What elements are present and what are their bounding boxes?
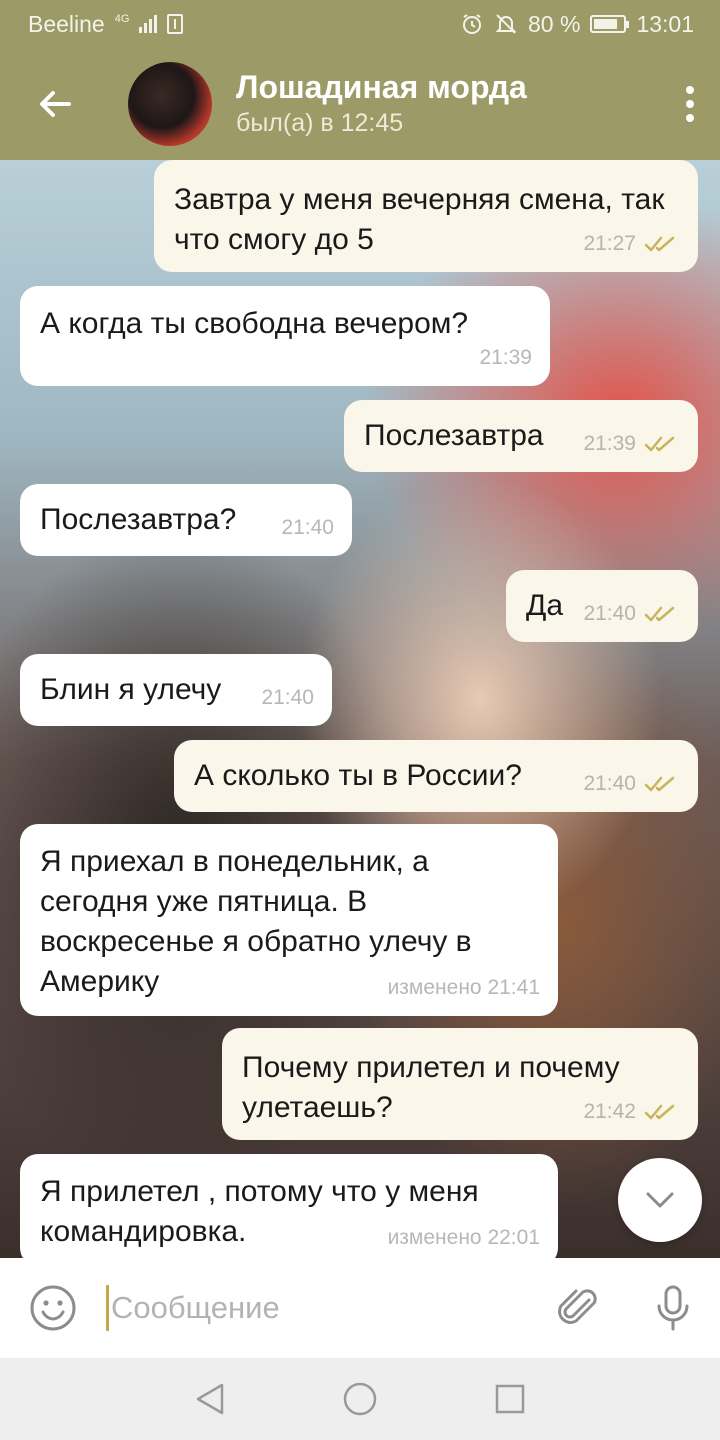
message-bubble-incoming[interactable]: Я приехал в понедельник, а сегодня уже п… [20, 824, 558, 1016]
back-button[interactable] [0, 48, 110, 160]
microphone-button[interactable] [626, 1258, 720, 1358]
double-check-icon [644, 436, 675, 452]
chevron-down-icon [646, 1192, 674, 1208]
chat-header: Лошадиная морда был(а) в 12:45 [0, 48, 720, 160]
compose-bar [0, 1258, 720, 1358]
message-list[interactable]: Завтра у меня вечерняя смена, так что см… [0, 160, 720, 1258]
smile-icon [30, 1285, 76, 1331]
double-check-icon [644, 776, 675, 792]
message-time: изменено 22:01 [387, 1226, 540, 1249]
message-time: 21:27 [583, 232, 636, 255]
message-meta: 21:40 [261, 678, 314, 718]
message-time: 21:39 [479, 346, 532, 369]
message-meta: 21:27 [583, 224, 680, 264]
last-seen-status: был(а) в 12:45 [236, 109, 404, 137]
upload-icon [167, 14, 184, 34]
message-bubble-incoming[interactable]: А когда ты свободна вечером? 21:39 [20, 286, 550, 386]
status-bar: Beeline 4G 80 % 13:01 [0, 0, 720, 48]
message-meta: изменено 21:41 [388, 968, 540, 1008]
message-meta: 21:40 [281, 508, 334, 548]
message-input-wrapper [106, 1258, 532, 1358]
nav-home-button[interactable] [340, 1379, 380, 1419]
double-check-icon [644, 1104, 675, 1120]
alarm-icon [463, 14, 481, 34]
nav-back-button[interactable] [190, 1379, 230, 1419]
system-navigation-bar [0, 1358, 720, 1440]
emoji-button[interactable] [0, 1258, 106, 1358]
message-meta: изменено 22:01 [388, 1218, 540, 1258]
message-bubble-outgoing[interactable]: Почему прилетел и почему улетаешь? 21:42 [222, 1028, 698, 1140]
message-meta: 21:40 [583, 764, 680, 804]
message-bubble-outgoing[interactable]: Завтра у меня вечерняя смена, так что см… [154, 160, 698, 272]
microphone-icon [657, 1285, 689, 1331]
message-time: 21:40 [261, 686, 314, 709]
message-time: изменено 21:41 [387, 976, 540, 999]
message-meta: 21:42 [583, 1092, 680, 1132]
triangle-back-icon [196, 1383, 224, 1415]
more-menu-button[interactable] [660, 48, 720, 160]
message-input[interactable] [111, 1290, 531, 1326]
battery-percent: 80 % [528, 10, 581, 37]
message-time: 21:40 [583, 602, 636, 625]
nav-recents-button[interactable] [490, 1379, 530, 1419]
clock: 13:01 [636, 10, 694, 37]
more-vertical-icon [686, 86, 694, 94]
paperclip-icon [558, 1289, 597, 1324]
message-bubble-outgoing[interactable]: А сколько ты в России? 21:40 [174, 740, 698, 812]
message-meta: 21:39 [479, 338, 532, 378]
message-bubble-incoming[interactable]: Я прилетел , потому что у меня командиро… [20, 1154, 558, 1258]
text-cursor [106, 1285, 109, 1331]
carrier-name: Beeline [28, 10, 105, 37]
attach-button[interactable] [532, 1258, 626, 1358]
avatar[interactable] [128, 62, 212, 146]
contact-name: Лошадиная морда [236, 69, 527, 105]
message-bubble-incoming[interactable]: Блин я улечу 21:40 [20, 654, 332, 726]
message-bubble-outgoing[interactable]: Послезавтра 21:39 [344, 400, 698, 472]
message-time: 21:40 [583, 772, 636, 795]
double-check-icon [644, 606, 675, 622]
message-bubble-incoming[interactable]: Послезавтра? 21:40 [20, 484, 352, 556]
square-recents-icon [495, 1384, 525, 1414]
signal-icon [139, 15, 158, 33]
mute-bell-icon [495, 14, 517, 34]
circle-home-icon [343, 1382, 377, 1416]
message-time: 21:42 [583, 1100, 636, 1123]
message-bubble-outgoing[interactable]: Да 21:40 [506, 570, 698, 642]
network-type: 4G [114, 13, 130, 25]
message-meta: 21:40 [583, 594, 680, 634]
contact-info[interactable]: Лошадиная морда был(а) в 12:45 [236, 68, 660, 140]
message-time: 21:40 [281, 516, 334, 539]
scroll-to-bottom-button[interactable] [618, 1158, 702, 1242]
battery-icon [590, 15, 630, 33]
double-check-icon [644, 236, 675, 252]
message-meta: 21:39 [583, 424, 680, 464]
message-text: А когда ты свободна вечером? [40, 307, 469, 340]
message-time: 21:39 [583, 432, 636, 455]
arrow-left-icon [40, 91, 71, 117]
